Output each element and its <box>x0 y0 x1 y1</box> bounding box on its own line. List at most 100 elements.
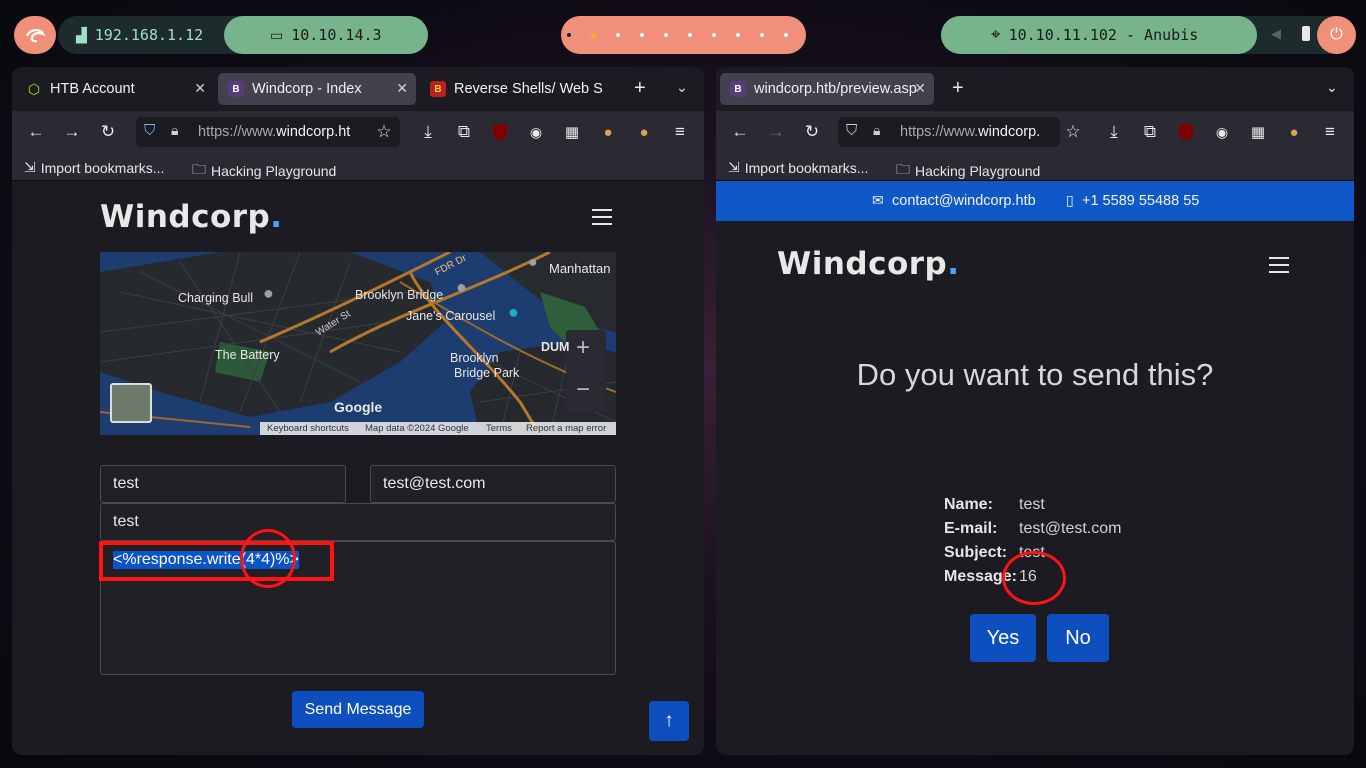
tab-preview-asp[interactable]: B windcorp.htb/preview.asp ✕ <box>720 73 934 105</box>
site-logo[interactable]: Windcorp. <box>100 199 283 235</box>
qr-code-icon[interactable]: ▦ <box>562 122 582 142</box>
terms-link[interactable]: Terms <box>486 423 512 434</box>
subject-field[interactable]: test <box>100 503 616 541</box>
contact-phone: +1 5589 55488 55 <box>1082 193 1200 209</box>
forward-arrow-icon[interactable]: → <box>766 122 786 142</box>
reload-icon[interactable]: ↻ <box>98 122 118 142</box>
downloads-icon[interactable]: ⤓ <box>418 122 438 142</box>
tab-list-chevron-icon[interactable]: ⌄ <box>676 79 688 96</box>
menu-icon[interactable]: ≡ <box>670 122 690 142</box>
hacking-playground-folder[interactable]: 🗀 Hacking Playground <box>896 159 1040 183</box>
google-logo: Google <box>334 399 383 415</box>
close-tab-icon[interactable]: ✕ <box>914 80 926 97</box>
send-message-button[interactable]: Send Message <box>292 691 424 728</box>
satellite-toggle[interactable] <box>110 383 152 423</box>
workspace-dot[interactable] <box>664 33 668 37</box>
detail-row-subject: Subject: test <box>944 544 1045 561</box>
no-button[interactable]: No <box>1047 614 1109 662</box>
annotation-red-circle <box>1002 551 1066 605</box>
extensions-icon[interactable]: ⧉ <box>1140 122 1160 142</box>
shield-icon: ⛉ <box>846 122 858 139</box>
url-bar[interactable]: ⛉ 🔒︎ https://www.windcorp. <box>838 117 1060 147</box>
site-logo[interactable]: Windcorp. <box>777 246 960 282</box>
target-segment[interactable]: ⌖ 10.10.11.102 - Anubis <box>941 16 1257 54</box>
new-tab-icon[interactable]: + <box>634 77 646 100</box>
workspace-dot[interactable] <box>688 33 692 37</box>
zoom-out-icon[interactable]: − <box>576 376 590 404</box>
workspace-dot[interactable] <box>712 33 716 37</box>
tab-list-chevron-icon[interactable]: ⌄ <box>1326 79 1338 96</box>
workspace-dot-active[interactable] <box>591 33 596 38</box>
cookie-editor-icon[interactable]: ● <box>634 122 654 142</box>
htb-cube-icon: ⬡ <box>27 80 41 97</box>
email-field[interactable]: test@test.com <box>370 465 616 503</box>
tab-reverse-shells[interactable]: B Reverse Shells/ Web S <box>420 73 632 105</box>
menu-icon[interactable]: ≡ <box>1320 122 1340 142</box>
volume-icon[interactable]: ◀ <box>1271 26 1281 42</box>
import-bookmarks-link[interactable]: ⇲ Import bookmarks... <box>728 159 868 176</box>
vpn-ip-segment[interactable]: ▭ 10.10.14.3 <box>224 16 428 54</box>
ublock-icon[interactable] <box>1176 122 1196 142</box>
report-map-error-link[interactable]: Report a map error <box>526 423 606 434</box>
bookmark-label: Hacking Playground <box>211 163 337 179</box>
workspace-dot[interactable] <box>784 33 788 37</box>
new-tab-icon[interactable]: + <box>952 77 964 100</box>
workspace-dot[interactable] <box>616 33 620 37</box>
workspace-dot[interactable] <box>567 33 571 37</box>
map-label: Bridge Park <box>454 366 520 380</box>
url-text: https://www.windcorp. <box>900 124 1041 140</box>
contact-email[interactable]: contact@windcorp.htb <box>892 193 1036 209</box>
workspace-dot[interactable] <box>760 33 764 37</box>
downloads-icon[interactable]: ⤓ <box>1104 122 1124 142</box>
detail-row-name: Name: test <box>944 496 1045 513</box>
url-bar[interactable]: ⛉ 🔒︎ https://www.windcorp.ht <box>136 117 400 147</box>
back-arrow-icon[interactable]: ← <box>730 122 750 142</box>
tab-label: Reverse Shells/ Web S <box>454 81 603 97</box>
hamburger-menu-icon[interactable] <box>592 209 612 225</box>
workspace-dot[interactable] <box>736 33 740 37</box>
local-ip-segment: ▟ 192.168.1.12 <box>58 16 224 54</box>
zoom-in-icon[interactable]: + <box>576 334 590 362</box>
bookmark-star-icon[interactable]: ☆ <box>374 122 394 142</box>
target-host: 10.10.11.102 - Anubis <box>1008 26 1199 44</box>
bookmarks-toolbar: ⇲ Import bookmarks... 🗀 Hacking Playgrou… <box>12 153 704 181</box>
bookmark-star-icon[interactable]: ☆ <box>1063 122 1083 142</box>
extensions-icon[interactable]: ⧉ <box>454 122 474 142</box>
nav-toolbar: ← → ↻ ⛉ 🔒︎ https://www.windcorp. ☆ ⤓ ⧉ ◉… <box>716 111 1354 153</box>
envelope-icon: ✉ <box>872 192 884 208</box>
cookie-icon[interactable]: ● <box>598 122 618 142</box>
workspace-dot[interactable] <box>640 33 644 37</box>
yes-button[interactable]: Yes <box>970 614 1036 662</box>
tab-windcorp-index[interactable]: B Windcorp - Index ✕ <box>218 73 416 105</box>
camera-pin-icon: ● <box>508 302 519 322</box>
bookmark-label: Hacking Playground <box>915 163 1041 179</box>
foxyproxy-icon[interactable]: ◉ <box>526 122 546 142</box>
google-map[interactable]: Manhattan FDR Dr Charging Bull Brooklyn … <box>100 252 616 435</box>
import-icon: ⇲ <box>24 159 36 175</box>
back-to-top-button[interactable]: ↑ <box>649 701 689 741</box>
map-label: Manhattan <box>549 261 611 276</box>
workspace-dots <box>561 16 806 54</box>
close-tab-icon[interactable]: ✕ <box>396 80 408 97</box>
import-bookmarks-link[interactable]: ⇲ Import bookmarks... <box>24 159 164 176</box>
phone-icon: ▯ <box>1066 192 1074 208</box>
keyboard-shortcuts-link[interactable]: Keyboard shortcuts <box>267 423 349 434</box>
browser-window-left: ⬡ HTB Account ✕ B Windcorp - Index ✕ B R… <box>12 67 704 755</box>
tab-label: HTB Account <box>50 81 135 97</box>
system-menu-button[interactable] <box>14 16 56 54</box>
close-tab-icon[interactable]: ✕ <box>194 80 206 97</box>
hacking-playground-folder[interactable]: 🗀 Hacking Playground <box>192 159 336 183</box>
forward-arrow-icon[interactable]: → <box>62 122 82 142</box>
hamburger-menu-icon[interactable] <box>1269 257 1289 273</box>
tab-htb-account[interactable]: ⬡ HTB Account ✕ <box>16 73 214 105</box>
workspace-switcher[interactable] <box>561 16 806 54</box>
foxyproxy-icon[interactable]: ◉ <box>1212 122 1232 142</box>
power-button[interactable]: ⏻ <box>1317 16 1356 54</box>
reload-icon[interactable]: ↻ <box>802 122 822 142</box>
cookie-icon[interactable]: ● <box>1284 122 1304 142</box>
qr-code-icon[interactable]: ▦ <box>1248 122 1268 142</box>
back-arrow-icon[interactable]: ← <box>26 122 46 142</box>
lock-icon: 🔒︎ <box>171 122 179 138</box>
ublock-icon[interactable] <box>490 122 510 142</box>
name-field[interactable]: test <box>100 465 346 503</box>
